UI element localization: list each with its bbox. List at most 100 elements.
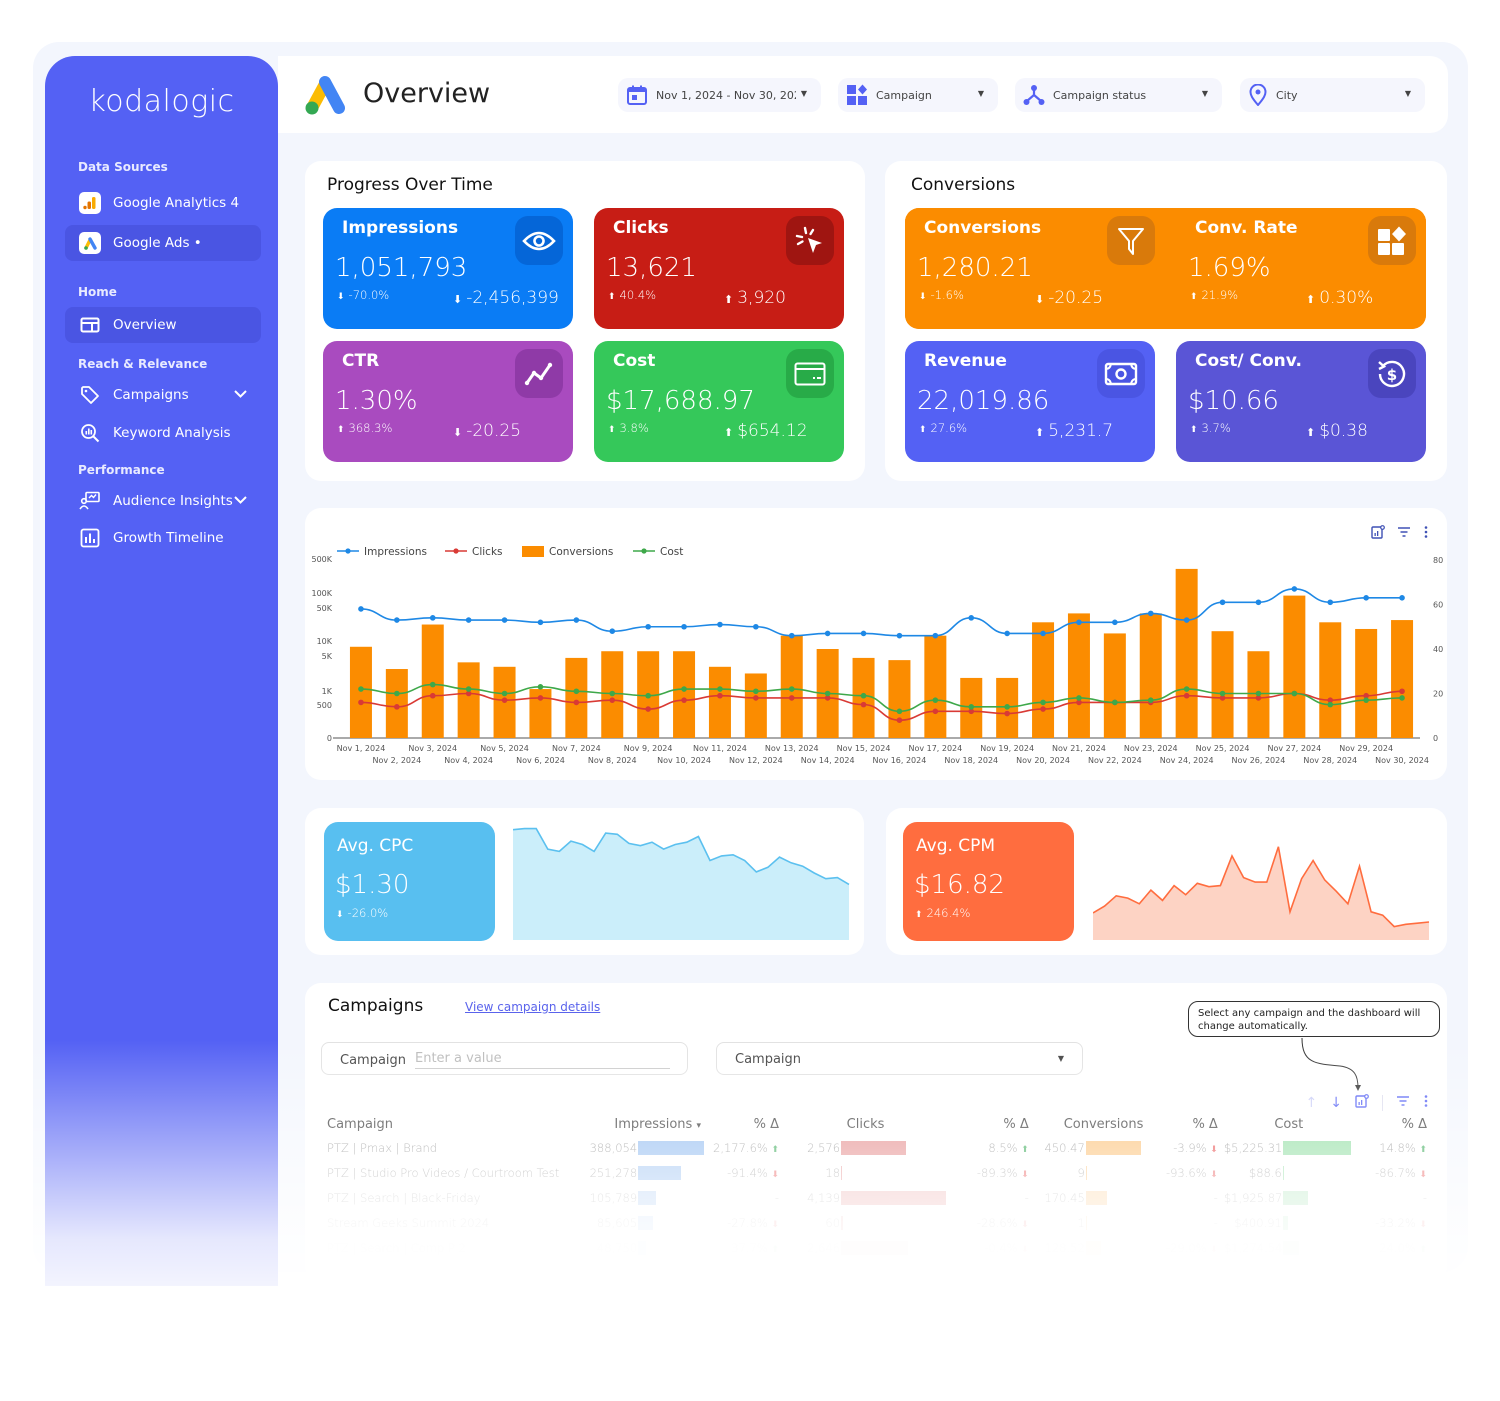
avg-cpm-pct: 246.4% [926,906,971,920]
cost-delta: -33.2% ⬇ [1354,1210,1433,1235]
filter-icon[interactable] [1396,1093,1410,1112]
cost-bar [1283,1240,1300,1255]
point-impressions [860,630,867,637]
avg-cpc-change: ⬇ -26.0% [336,906,388,920]
sidebar-item-growth-timeline[interactable]: Growth Timeline [65,520,261,556]
col-conversions[interactable]: Conversions [1035,1113,1150,1135]
conv-rate-card: Conv. Rate 1.69% ⬆ 21.9% ⬆ 0.30% [1176,208,1426,329]
sidebar-item-google-ads[interactable]: Google Ads • [65,225,261,261]
delta-value: -93.6% [1165,1165,1207,1180]
campaign-search-input[interactable] [415,1049,670,1069]
sort-ascending-icon[interactable]: ↑ [1306,1095,1318,1111]
cost-conv-abs: $0.38 [1319,421,1368,441]
more-options-icon[interactable] [1423,1093,1429,1112]
point-clicks [860,701,867,708]
col-clicks-delta[interactable]: % Δ [946,1113,1035,1135]
cost-conv-value: $10.66 [1188,386,1279,416]
x-axis-label: Nov 5, 2024 [480,744,529,753]
impressions-delta: 37.7% ⬆ [707,1235,785,1260]
cost-bar [1282,1215,1288,1230]
bar-conversions [457,662,480,738]
sort-descending-icon[interactable]: ↓ [1330,1095,1342,1111]
campaign-status-filter[interactable]: Campaign status ▼ [1015,78,1222,112]
point-clicks [394,704,400,710]
sort-desc-icon: ▾ [696,1120,701,1131]
col-impressions[interactable]: Impressions ▾ [582,1113,707,1135]
table-row[interactable]: PTZ | Studio Pro Videos / Courtroom Test… [323,1160,1433,1185]
point-clicks [1399,688,1405,695]
ctr-pct-change: ⬆ 368.3% [337,421,392,435]
clicks-bar [841,1240,909,1255]
campaign-name[interactable]: PTZ | Search | Comp P 2 [323,1235,582,1260]
x-axis-label: Nov 13, 2024 [765,744,819,753]
campaigns-title: Campaigns [328,996,424,1016]
campaign-name[interactable]: Stream Geeks Summit 2024 [323,1210,582,1235]
impressions-delta: -27.8% ⬇ [707,1210,785,1235]
table-row[interactable]: PTZ | Search | Black-Friday 105,789 - 4,139… [323,1185,1433,1210]
conversions-delta: - [1149,1185,1223,1210]
point-cost [753,688,759,695]
table-row[interactable]: PTZ | Search | Comp P 2 48,750 37.7% ⬆ 2,64… [323,1235,1433,1260]
cost-pct: 3.8% [619,421,649,435]
col-conv-delta[interactable]: % Δ [1149,1113,1223,1135]
col-clicks[interactable]: Clicks [785,1113,946,1135]
cost-value: $400.91 [1234,1215,1282,1230]
impr-bar [638,1190,657,1205]
chevron-down-icon[interactable] [234,492,247,508]
legend-label-clicks: Clicks [472,546,503,558]
point-clicks [645,706,651,712]
table-toolbar: ↑ ↓ [1306,1093,1429,1112]
sidebar-item-audience-insights[interactable]: Audience Insights [65,483,261,519]
x-axis-label: Nov 30, 2024 [1375,756,1429,765]
chart-settings-icon[interactable] [1355,1093,1369,1112]
clicks-delta: -0.4% ⬇ [946,1235,1035,1260]
x-axis-label: Nov 2, 2024 [372,756,421,765]
city-filter[interactable]: City ▼ [1240,78,1425,112]
arrow-down-icon: ⬇ [1035,293,1045,306]
point-impressions [1327,599,1334,606]
google-ads-logo [303,74,349,120]
campaign-name[interactable]: PTZ | Pmax | Brand [323,1135,582,1160]
x-axis-label: Nov 4, 2024 [444,756,493,765]
col-cost[interactable]: Cost [1224,1113,1354,1135]
point-impressions [1363,595,1369,601]
col-campaign[interactable]: Campaign [323,1113,582,1135]
arrow-up-icon: ⬆ [1190,425,1198,435]
point-cost [429,681,436,688]
click-cursor-icon [786,216,834,265]
table-row[interactable]: PTZ | Pmax | Brand 388,054 2,177.6% ⬆ 2,576… [323,1135,1433,1160]
campaign-select-label: Campaign [735,1052,802,1067]
clicks-title: Clicks [613,218,669,238]
delta-value: - [774,1190,780,1205]
bar-conversions [1139,613,1162,738]
sidebar-item-keyword-analysis[interactable]: Keyword Analysis [65,415,261,451]
funnel-icon [1107,216,1155,265]
point-cost [1363,697,1369,703]
impr-value: 85,605 [596,1215,638,1230]
col-impr-delta[interactable]: % Δ [707,1113,785,1135]
campaign-name[interactable]: PTZ | Search | Black-Friday [323,1185,582,1210]
table-row[interactable]: Stream Geeks Summit 2024 85,605 -27.8% ⬇ 60… [323,1210,1433,1235]
eye-icon [515,216,563,265]
sidebar-item-google-analytics[interactable]: Google Analytics 4 [65,185,261,221]
view-campaign-details-link[interactable]: View campaign details [465,1000,600,1014]
clicks-value: 13,621 [606,253,697,283]
campaign-search-label: Campaign [340,1053,407,1068]
impressions-delta: 2,177.6% ⬆ [707,1135,785,1160]
sidebar-item-overview[interactable]: Overview [65,307,261,343]
col-cost-delta[interactable]: % Δ [1354,1113,1433,1135]
clicks-bar [841,1165,843,1180]
point-cost [968,704,975,710]
campaign-select[interactable]: Campaign ▼ [716,1042,1083,1075]
campaign-name[interactable]: PTZ | Studio Pro Videos / Courtroom Test [323,1160,582,1185]
avg-cpm-card: Avg. CPM $16.82 ⬆ 246.4% [903,822,1074,941]
date-range-filter[interactable]: Nov 1, 2024 - Nov 30, 2024 ▼ [618,78,821,112]
sidebar-item-campaigns[interactable]: Campaigns [65,377,261,413]
point-cost [824,690,831,697]
campaign-status-filter-label: Campaign status [1053,88,1147,102]
line-clicks [360,690,1403,722]
clicks-value: 2,576 [807,1140,841,1155]
x-axis-label: Nov 29, 2024 [1339,744,1393,753]
campaign-filter[interactable]: Campaign ▼ [838,78,998,112]
chevron-down-icon[interactable] [234,386,247,402]
